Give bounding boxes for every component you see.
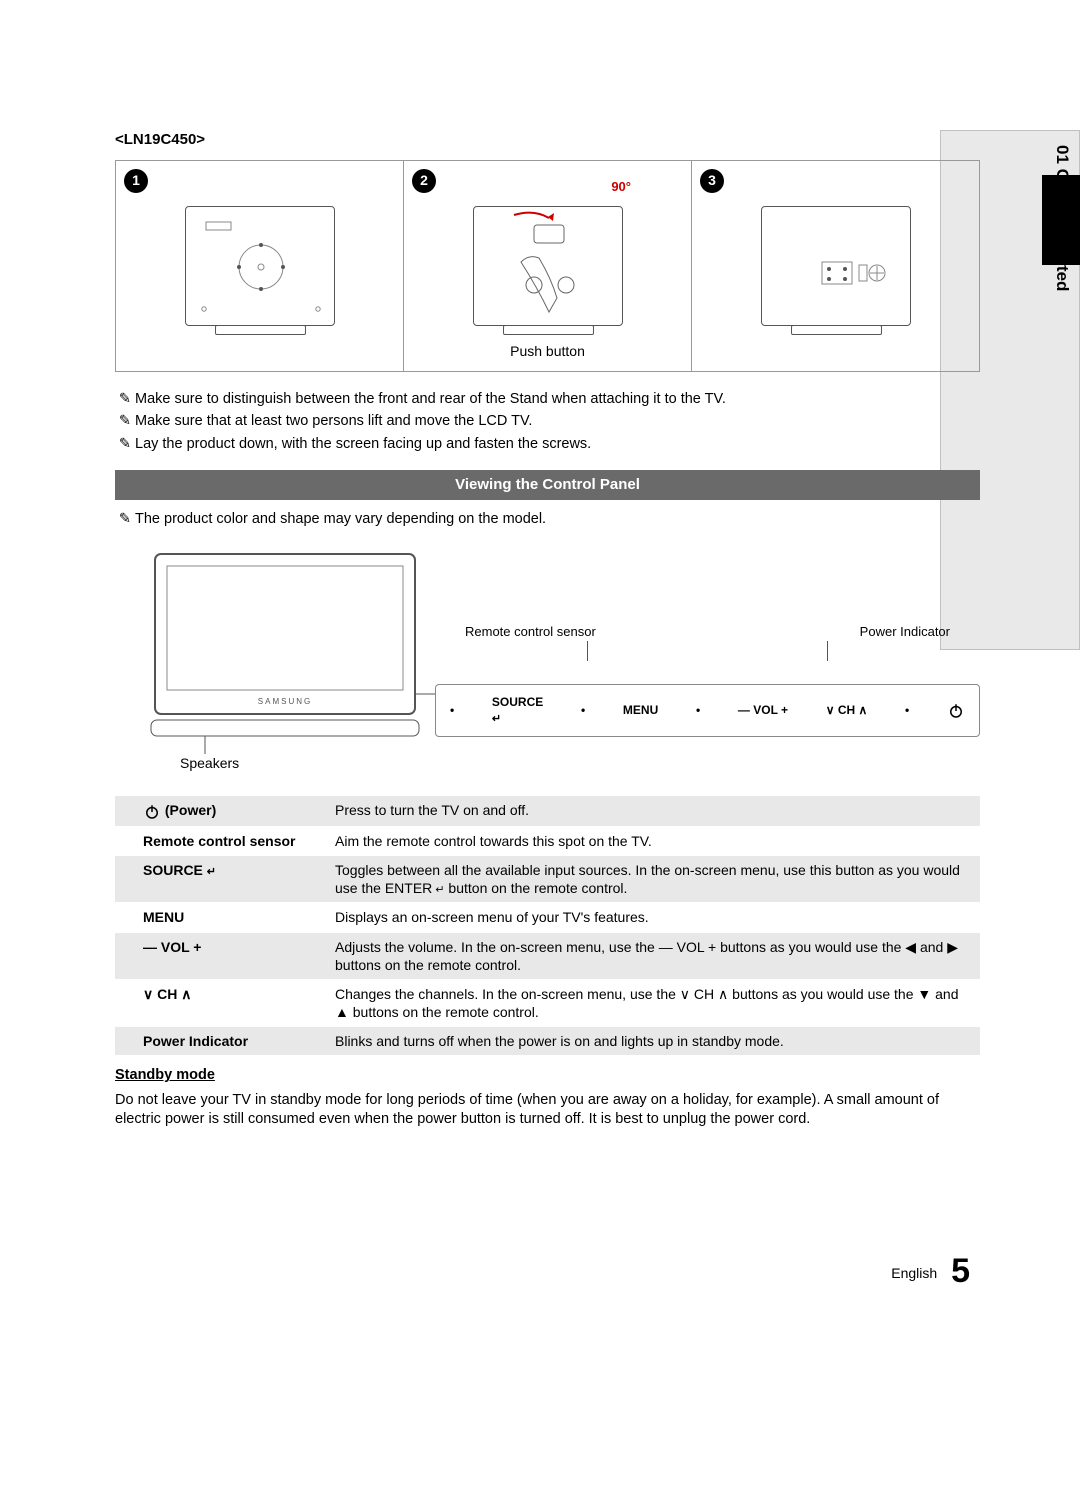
power-icon <box>947 702 965 720</box>
control-panel-figure: SAMSUNG Speakers Remote control sensor P… <box>115 544 980 784</box>
source-button-label: SOURCE ↵ <box>492 695 543 726</box>
section-title: Viewing the Control Panel <box>115 470 980 500</box>
row-name: Power Indicator <box>115 1027 325 1056</box>
assembly-step-3: 3 <box>692 161 979 371</box>
model-title: <LN19C450> <box>115 130 980 150</box>
enter-icon: ↵ <box>492 713 501 725</box>
svg-text:SAMSUNG: SAMSUNG <box>258 697 312 706</box>
caution-note-3: ✎ Lay the product down, with the screen … <box>115 435 980 454</box>
note-3-text: Lay the product down, with the screen fa… <box>135 435 591 454</box>
note-2-text: Make sure that at least two persons lift… <box>135 412 532 431</box>
step-badge-1: 1 <box>124 169 148 193</box>
row-desc: Adjusts the volume. In the on-screen men… <box>325 932 980 979</box>
page-number: 5 <box>951 1252 970 1290</box>
row-name-power: (Power) <box>115 796 325 826</box>
stand-assembly-figures: 1 2 90° <box>115 160 980 372</box>
power-icon <box>143 802 165 818</box>
standby-mode-body: Do not leave your TV in standby mode for… <box>115 1091 980 1129</box>
row-name: — VOL + <box>115 932 325 979</box>
ch-button-label: ∨ CH ∧ <box>826 703 868 719</box>
model-variation-note: ✎ The product color and shape may vary d… <box>115 510 980 529</box>
dot-indicator: • <box>450 703 454 719</box>
table-row: — VOL + Adjusts the volume. In the on-sc… <box>115 932 980 979</box>
row-name: MENU <box>115 903 325 932</box>
dot: • <box>696 703 700 719</box>
assembly-step-1: 1 <box>116 161 404 371</box>
step-badge-2: 2 <box>412 169 436 193</box>
hand-writing-icon: ✎ <box>115 510 135 529</box>
note-1-text: Make sure to distinguish between the fro… <box>135 390 726 409</box>
row-name: Remote control sensor <box>115 826 325 855</box>
control-panel-table: (Power) Press to turn the TV on and off.… <box>115 796 980 1056</box>
table-row: MENU Displays an on-screen menu of your … <box>115 903 980 932</box>
standby-mode-heading: Standby mode <box>115 1066 980 1085</box>
speakers-label: Speakers <box>180 754 239 772</box>
row-desc: Changes the channels. In the on-screen m… <box>325 979 980 1026</box>
model-variation-text: The product color and shape may vary dep… <box>135 510 546 529</box>
hand-writing-icon: ✎ <box>115 412 135 431</box>
footer-language: English <box>891 1265 937 1281</box>
tv-stand-attach-illustration <box>473 206 623 326</box>
tv-rear-illustration <box>185 206 335 326</box>
vol-button-label: — VOL + <box>738 703 788 719</box>
control-panel-labels: Remote control sensor Power Indicator • … <box>435 624 980 737</box>
row-desc: Aim the remote control towards this spot… <box>325 826 980 855</box>
hand-writing-icon: ✎ <box>115 435 135 454</box>
row-name: ∨ CH ∧ <box>115 979 325 1026</box>
tv-rear-screws-illustration <box>761 206 911 326</box>
hand-writing-icon: ✎ <box>115 390 135 409</box>
dot: • <box>905 703 909 719</box>
enter-icon: ↵ <box>432 884 444 896</box>
table-row: SOURCE ↵ Toggles between all the availab… <box>115 855 980 902</box>
control-button-strip: • SOURCE ↵ • MENU • — VOL + ∨ CH ∧ • <box>435 684 980 737</box>
table-row: ∨ CH ∧ Changes the channels. In the on-s… <box>115 979 980 1026</box>
row-name-source: SOURCE ↵ <box>115 855 325 902</box>
row-desc: Press to turn the TV on and off. <box>325 796 980 826</box>
page-footer: English 5 <box>115 1249 980 1293</box>
enter-icon: ↵ <box>207 866 216 878</box>
power-indicator-callout: Power Indicator <box>860 624 950 641</box>
table-row: Power Indicator Blinks and turns off whe… <box>115 1027 980 1056</box>
caution-note-2: ✎ Make sure that at least two persons li… <box>115 412 980 431</box>
push-button-label: Push button <box>404 342 691 360</box>
row-desc: Displays an on-screen menu of your TV's … <box>325 903 980 932</box>
step-badge-3: 3 <box>700 169 724 193</box>
dot: • <box>581 703 585 719</box>
menu-button-label: MENU <box>623 703 658 719</box>
assembly-step-2: 2 90° Push button <box>404 161 692 371</box>
angle-label: 90° <box>611 179 631 196</box>
table-row: (Power) Press to turn the TV on and off. <box>115 796 980 826</box>
table-row: Remote control sensor Aim the remote con… <box>115 826 980 855</box>
remote-sensor-callout: Remote control sensor <box>465 624 596 641</box>
row-desc: Toggles between all the available input … <box>325 855 980 902</box>
row-desc: Blinks and turns off when the power is o… <box>325 1027 980 1056</box>
caution-note-1: ✎ Make sure to distinguish between the f… <box>115 390 980 409</box>
